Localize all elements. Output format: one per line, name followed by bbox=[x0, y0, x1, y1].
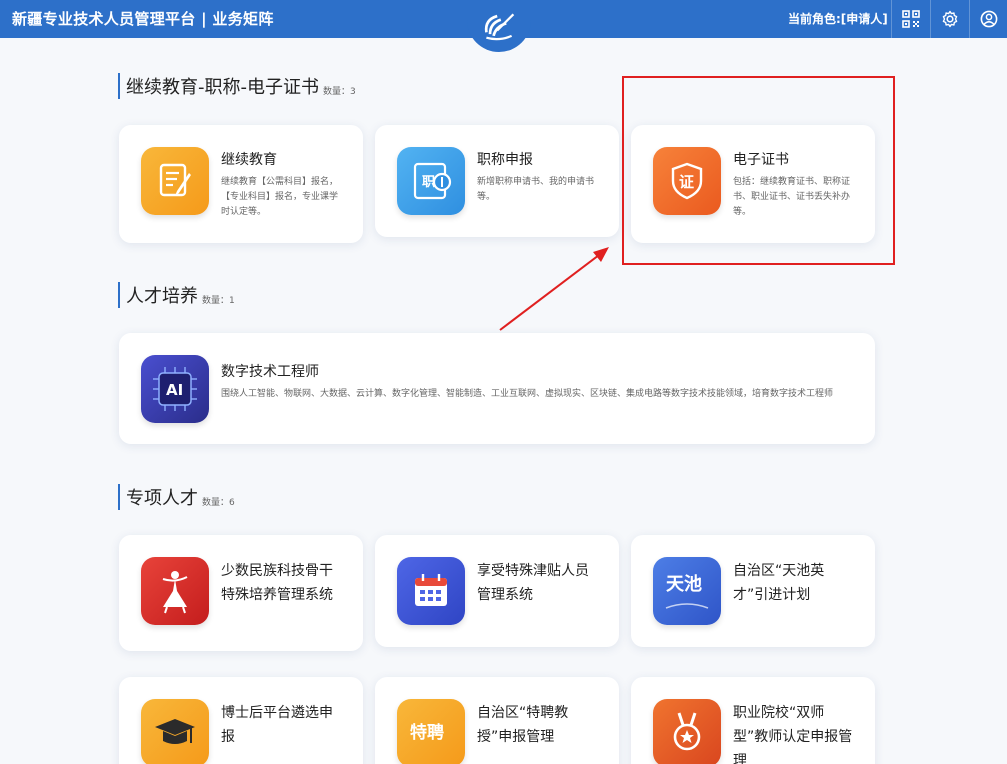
card-title-declaration[interactable]: 职 职称申报 新增职称申请书、我的申请书等。 bbox=[375, 125, 619, 237]
edit-document-icon bbox=[141, 147, 209, 215]
card-dual-qualified-teacher[interactable]: 职业院校“双师型”教师认定申报管理 bbox=[631, 677, 875, 764]
card-tianchi-talent[interactable]: 天池 自治区“天池英才”引进计划 bbox=[631, 535, 875, 647]
medal-icon bbox=[653, 699, 721, 764]
card-continuing-education[interactable]: 继续教育 继续教育【公需科目】报名，【专业科目】报名，专业课学时认定等。 bbox=[119, 125, 363, 243]
card-postdoc[interactable]: 博士后平台遴选申报 bbox=[119, 677, 363, 764]
section-count: 数量：6 bbox=[202, 498, 235, 508]
tianchi-label: 天池 bbox=[666, 573, 702, 595]
card-description: 继续教育【公需科目】报名，【专业科目】报名，专业课学时认定等。 bbox=[221, 177, 339, 217]
section-count: 数量：1 bbox=[202, 296, 235, 306]
qrcode-icon bbox=[901, 10, 920, 28]
card-distinguished-professor[interactable]: 特聘 自治区“特聘教授”申报管理 bbox=[375, 677, 619, 764]
annotation-arrow bbox=[499, 247, 609, 331]
card-name: 职称申报 bbox=[477, 152, 533, 168]
card-name: 继续教育 bbox=[221, 152, 277, 168]
ai-chip-icon: AI bbox=[141, 355, 209, 423]
card-name: 自治区“天池英才”引进计划 bbox=[733, 563, 825, 603]
logo-icon bbox=[484, 13, 515, 41]
section-title-continuing-education: 继续教育-职称-电子证书 数量：3 bbox=[118, 73, 356, 99]
card-name: 数字技术工程师 bbox=[221, 364, 319, 380]
ai-chip-label: AI bbox=[166, 381, 183, 399]
card-name: 享受特殊津贴人员管理系统 bbox=[477, 563, 589, 603]
user-icon bbox=[980, 10, 997, 28]
card-name: 博士后平台遴选申报 bbox=[221, 705, 333, 745]
card-name: 自治区“特聘教授”申报管理 bbox=[477, 705, 569, 745]
section-title-talent-training: 人才培养 数量：1 bbox=[118, 282, 235, 308]
user-button[interactable] bbox=[969, 0, 1007, 38]
section-title-text: 人才培养 bbox=[126, 286, 198, 307]
card-special-allowance[interactable]: 享受特殊津贴人员管理系统 bbox=[375, 535, 619, 647]
platform-logo[interactable] bbox=[467, 0, 531, 52]
settings-button[interactable] bbox=[930, 0, 968, 38]
highlight-box bbox=[622, 76, 895, 265]
current-role[interactable]: 当前角色:[申请人] bbox=[788, 10, 888, 27]
tianchi-icon: 天池 bbox=[653, 557, 721, 625]
section-title-special-talent: 专项人才 数量：6 bbox=[118, 484, 235, 510]
section-title-text: 专项人才 bbox=[126, 488, 198, 509]
calendar-icon bbox=[397, 557, 465, 625]
card-name: 职业院校“双师型”教师认定申报管理 bbox=[733, 705, 853, 764]
qrcode-button[interactable] bbox=[891, 0, 929, 38]
card-description: 围绕人工智能、物联网、大数据、云计算、数字化管理、智能制造、工业互联网、虚拟现实… bbox=[221, 389, 834, 399]
title-document-icon: 职 bbox=[397, 147, 465, 215]
card-digital-engineer[interactable]: AI 数字技术工程师 围绕人工智能、物联网、大数据、云计算、数字化管理、智能制造… bbox=[119, 333, 875, 444]
dancer-icon bbox=[141, 557, 209, 625]
card-minority-backbone[interactable]: 少数民族科技骨干特殊培养管理系统 bbox=[119, 535, 363, 651]
section-title-text: 继续教育-职称-电子证书 bbox=[126, 77, 319, 98]
tepin-label: 特聘 bbox=[410, 722, 444, 743]
top-bar: 新疆专业技术人员管理平台 | 业务矩阵 当前角色:[申请人] bbox=[0, 0, 1007, 52]
tepin-icon: 特聘 bbox=[397, 699, 465, 764]
card-name: 少数民族科技骨干特殊培养管理系统 bbox=[221, 563, 333, 603]
gear-icon bbox=[942, 10, 957, 28]
card-description: 新增职称申请书、我的申请书等。 bbox=[477, 177, 595, 202]
section-count: 数量：3 bbox=[323, 87, 356, 97]
graduation-cap-icon bbox=[141, 699, 209, 764]
app-title: 新疆专业技术人员管理平台 | 业务矩阵 bbox=[12, 10, 274, 28]
